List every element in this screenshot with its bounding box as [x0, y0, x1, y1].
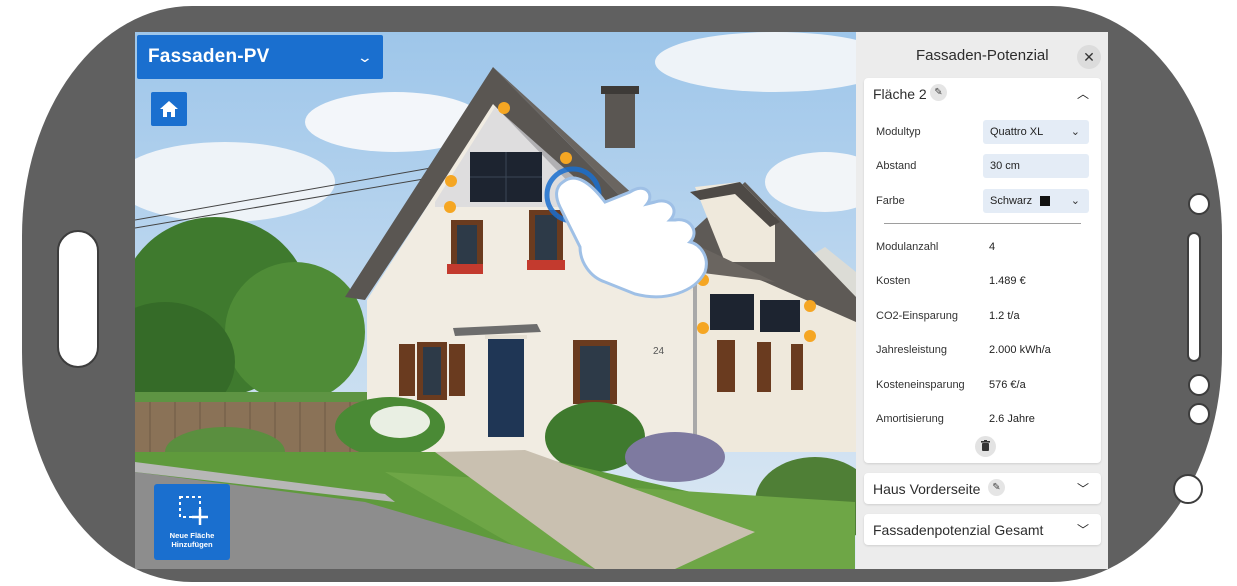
- panel-title: Fassaden-Potenzial: [916, 47, 1049, 64]
- phone-sensor-dot-2: [1188, 403, 1210, 425]
- area-name: Fläche 2: [873, 86, 927, 102]
- add-area-button[interactable]: Neue Fläche Hinzufügen: [154, 484, 230, 560]
- area-card-header[interactable]: Fläche 2 ✎ ︿: [864, 78, 1101, 108]
- area-card-flaeche-2: Fläche 2 ✎ ︿ Modultyp Quattro XL ⌄ Absta…: [864, 78, 1101, 463]
- stat-value: 2.000 kWh/a: [989, 344, 1051, 356]
- stat-value: 1.489 €: [989, 275, 1026, 287]
- phone-side-button-right: [1187, 232, 1201, 362]
- app-screen: 24 Fassaden-PV ⌄ Neue Fläche Hinzufügen …: [135, 32, 1108, 569]
- area-card-haus-vorderseite[interactable]: Haus Vorderseite ✎ ﹀: [864, 473, 1101, 504]
- chevron-down-icon: ⌄: [356, 48, 374, 65]
- stat-label: CO2-Einsparung: [876, 310, 958, 322]
- chevron-down-icon: ⌄: [1070, 126, 1080, 138]
- chevron-down-icon: ⌄: [1070, 195, 1080, 207]
- phone-camera-dot: [1188, 193, 1210, 215]
- area-card-header[interactable]: Haus Vorderseite ✎ ﹀: [864, 473, 1101, 503]
- facade-camera-view[interactable]: 24 Fassaden-PV ⌄ Neue Fläche Hinzufügen: [135, 32, 856, 569]
- field-value: Schwarz: [990, 195, 1033, 207]
- house-scene-illustration: 24: [135, 32, 856, 569]
- chevron-down-icon[interactable]: ﹀: [1077, 521, 1089, 538]
- stat-label: Amortisierung: [876, 413, 944, 425]
- field-row-farbe: Farbe Schwarz ⌄: [864, 189, 1101, 213]
- phone-sensor-dot: [1188, 374, 1210, 396]
- chevron-up-icon[interactable]: ︿: [1077, 85, 1089, 102]
- stat-value: 576 €/a: [989, 379, 1026, 391]
- add-area-icon: [179, 496, 208, 525]
- stat-label: Kosten: [876, 275, 911, 287]
- stat-value: 2.6 Jahre: [989, 413, 1035, 425]
- chevron-down-icon[interactable]: ﹀: [1077, 480, 1089, 497]
- stat-label: Kosteneinsparung: [876, 379, 965, 391]
- edit-pencil-icon[interactable]: ✎: [988, 479, 1005, 496]
- stat-value: 4: [989, 241, 996, 253]
- close-icon: ✕: [1083, 49, 1095, 65]
- facade-potential-panel: Fassaden-Potenzial ✕ Fläche 2 ✎ ︿ Modult…: [856, 32, 1108, 569]
- color-swatch: [1040, 196, 1050, 206]
- stat-row: Kosteneinsparung 576 €/a: [864, 373, 1101, 397]
- home-button[interactable]: [151, 92, 187, 126]
- delete-area-button[interactable]: [975, 436, 996, 457]
- area-card-fassadenpotenzial-gesamt[interactable]: Fassadenpotenzial Gesamt ﹀: [864, 514, 1101, 545]
- abstand-input[interactable]: 30 cm: [983, 154, 1089, 178]
- field-value: 30 cm: [990, 160, 1020, 172]
- house-number: 24: [653, 346, 665, 357]
- app-title: Fassaden-PV: [148, 46, 270, 67]
- stat-row: CO2-Einsparung 1.2 t/a: [864, 304, 1101, 328]
- field-row-modultyp: Modultyp Quattro XL ⌄: [864, 120, 1101, 144]
- area-card-header[interactable]: Fassadenpotenzial Gesamt ﹀: [864, 514, 1101, 544]
- add-button-label-1: Neue Fläche: [169, 531, 215, 540]
- stat-row: Jahresleistung 2.000 kWh/a: [864, 338, 1101, 362]
- divider: [884, 223, 1081, 224]
- field-label: Modultyp: [876, 126, 921, 138]
- stat-row: Kosten 1.489 €: [864, 269, 1101, 293]
- stat-row: Modulanzahl 4: [864, 235, 1101, 259]
- stat-label: Jahresleistung: [876, 344, 947, 356]
- field-label: Abstand: [876, 160, 917, 172]
- home-icon: [160, 101, 178, 117]
- stat-row: Amortisierung 2.6 Jahre: [864, 407, 1101, 431]
- project-select[interactable]: Fassaden-PV ⌄: [137, 35, 383, 79]
- edit-pencil-icon[interactable]: ✎: [930, 84, 947, 101]
- close-button[interactable]: ✕: [1077, 45, 1101, 69]
- stat-label: Modulanzahl: [876, 241, 939, 253]
- area-name: Haus Vorderseite: [873, 481, 981, 497]
- trash-icon: [981, 440, 990, 451]
- panel-header: Fassaden-Potenzial ✕: [856, 32, 1108, 78]
- stat-value: 1.2 t/a: [989, 310, 1020, 322]
- area-name: Fassadenpotenzial Gesamt: [873, 522, 1044, 538]
- farbe-select[interactable]: Schwarz ⌄: [983, 189, 1089, 213]
- field-value: Quattro XL: [990, 126, 1044, 138]
- add-button-label-2: Hinzufügen: [171, 540, 213, 549]
- phone-home-dot: [1173, 474, 1203, 504]
- field-label: Farbe: [876, 195, 905, 207]
- field-row-abstand: Abstand 30 cm: [864, 154, 1101, 178]
- modultyp-select[interactable]: Quattro XL ⌄: [983, 120, 1089, 144]
- phone-side-button: [57, 230, 99, 368]
